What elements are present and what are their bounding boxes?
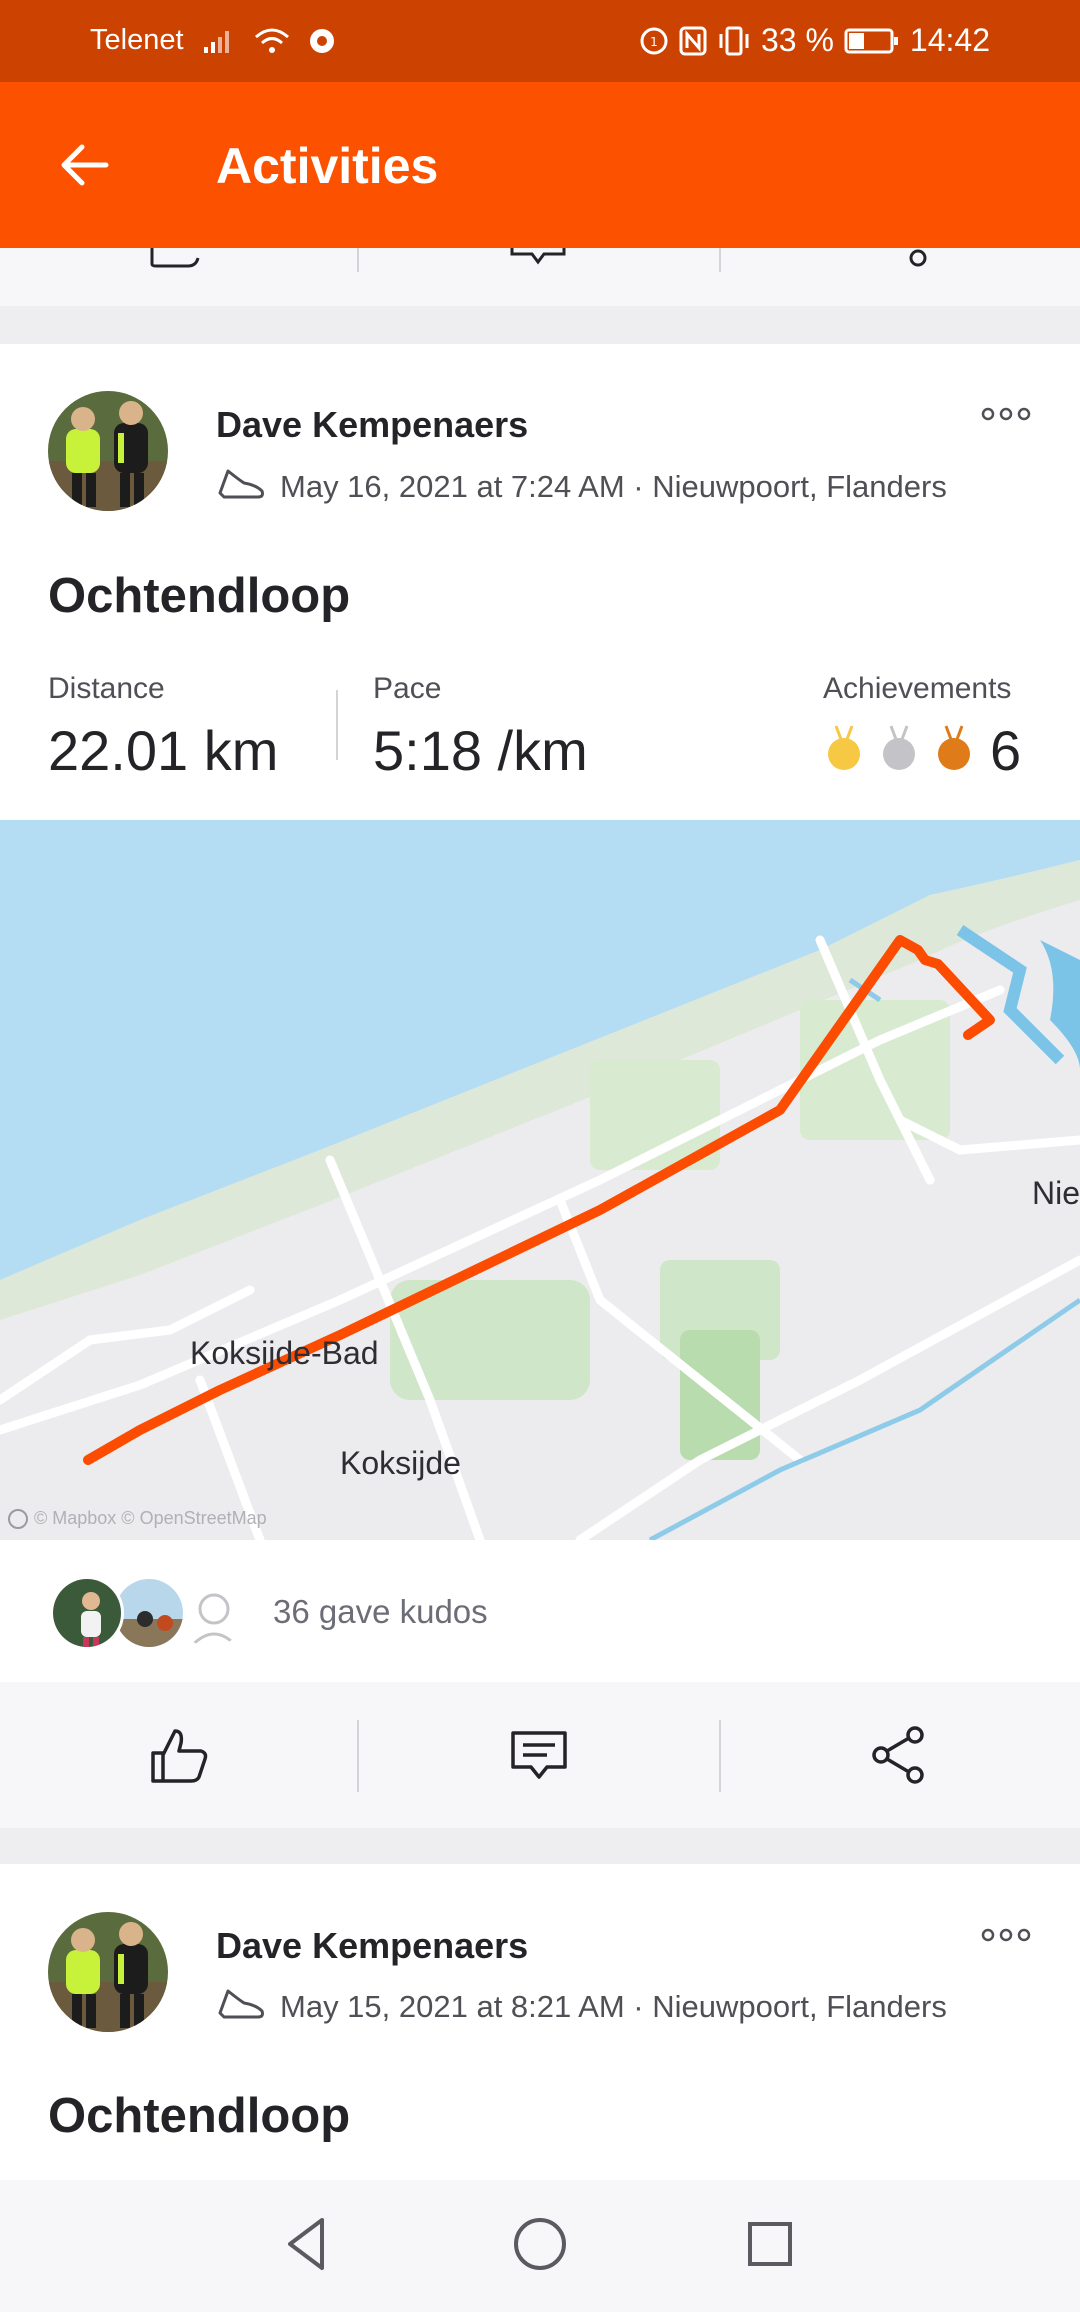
carrier-name: Telenet: [90, 24, 184, 56]
achievements-count: 6: [990, 719, 1022, 782]
athlete-avatar[interactable]: [48, 1912, 168, 2032]
more-options-button[interactable]: [980, 1925, 1032, 1945]
activity-title[interactable]: Ochtendloop: [48, 568, 350, 624]
distance-value: 22.01 km: [48, 719, 279, 782]
athlete-avatar[interactable]: [48, 391, 168, 511]
triangle-back-icon: [288, 2218, 324, 2270]
activity-meta: May 15, 2021 at 8:21 AM · Nieuwpoort, Fl…: [216, 1985, 947, 2029]
stat-divider: [336, 690, 338, 760]
kudos-avatar: [50, 1576, 124, 1650]
vibrate-icon: [717, 26, 751, 56]
mapbox-logo-icon: [8, 1508, 28, 1529]
nav-back-button[interactable]: [276, 2212, 340, 2276]
athlete-name[interactable]: Dave Kempenaers: [216, 404, 528, 446]
signal-icon: [202, 27, 236, 55]
medal-icons: [828, 722, 978, 774]
nav-home-button[interactable]: [508, 2212, 572, 2276]
athlete-name[interactable]: Dave Kempenaers: [216, 1925, 528, 1967]
data-saver-icon: 1: [639, 26, 669, 56]
battery-icon: [844, 26, 900, 56]
activity-title[interactable]: Ochtendloop: [48, 2088, 350, 2144]
previous-card-actions: [0, 248, 1080, 306]
activity-meta-text: May 16, 2021 at 7:24 AM · Nieuwpoort, Fl…: [280, 469, 947, 504]
circle-home-icon: [514, 2218, 566, 2270]
comment-button[interactable]: [504, 1720, 574, 1790]
nav-recents-button[interactable]: [738, 2212, 802, 2276]
thumbs-up-icon: [151, 1729, 208, 1783]
svg-text:1: 1: [650, 35, 658, 49]
status-bar: Telenet 1 33 % 14:42: [0, 0, 1080, 82]
gold-medal-icon: [828, 725, 860, 770]
map-label-koksijde-bad: Koksijde-Bad: [190, 1335, 379, 1371]
feed-separator: [0, 306, 1080, 344]
comment-icon[interactable]: [510, 248, 566, 268]
share-button[interactable]: [864, 1720, 934, 1790]
share-icon: [872, 1726, 924, 1784]
kudos-button[interactable]: [144, 1720, 214, 1790]
more-icon: [981, 407, 1031, 421]
run-shoe-icon: [216, 1985, 266, 2029]
run-shoe-icon: [216, 465, 266, 509]
like-icon[interactable]: [148, 248, 204, 268]
silver-medal-icon: [883, 725, 915, 770]
activity-meta-text: May 15, 2021 at 8:21 AM · Nieuwpoort, Fl…: [280, 1989, 947, 2024]
clock: 14:42: [909, 22, 990, 58]
nfc-icon: [679, 26, 707, 56]
chrome-icon: [308, 27, 336, 55]
back-button[interactable]: [56, 137, 112, 193]
arrow-left-icon: [61, 144, 109, 186]
route-map[interactable]: Koksijde-Bad Koksijde Nie © Mapbox © Ope…: [0, 820, 1080, 1540]
wifi-icon: [254, 27, 290, 55]
page-title: Activities: [216, 138, 439, 194]
feed-separator: [0, 1828, 1080, 1864]
achievements-label: Achievements: [823, 672, 1012, 705]
more-icon: [981, 1928, 1031, 1942]
activity-meta: May 16, 2021 at 7:24 AM · Nieuwpoort, Fl…: [216, 465, 947, 509]
kudos-count[interactable]: 36 gave kudos: [273, 1593, 488, 1631]
pace-label: Pace: [373, 672, 442, 705]
square-recents-icon: [748, 2222, 792, 2266]
more-options-button[interactable]: [980, 404, 1032, 424]
system-nav-bar: [0, 2180, 1080, 2312]
bronze-medal-icon: [938, 725, 970, 770]
share-icon[interactable]: [904, 248, 934, 268]
distance-label: Distance: [48, 672, 165, 705]
activity-actions: [0, 1682, 1080, 1828]
map-label-nieuwpoort: Nie: [1032, 1175, 1080, 1211]
comment-icon: [511, 1731, 567, 1779]
app-bar: Activities: [0, 82, 1080, 248]
pace-value: 5:18 /km: [373, 719, 588, 782]
map-label-koksijde: Koksijde: [340, 1445, 461, 1481]
kudos-row[interactable]: 36 gave kudos: [0, 1540, 1080, 1682]
battery-percentage: 33 %: [760, 22, 834, 58]
map-attribution[interactable]: © Mapbox © OpenStreetMap: [8, 1508, 267, 1529]
